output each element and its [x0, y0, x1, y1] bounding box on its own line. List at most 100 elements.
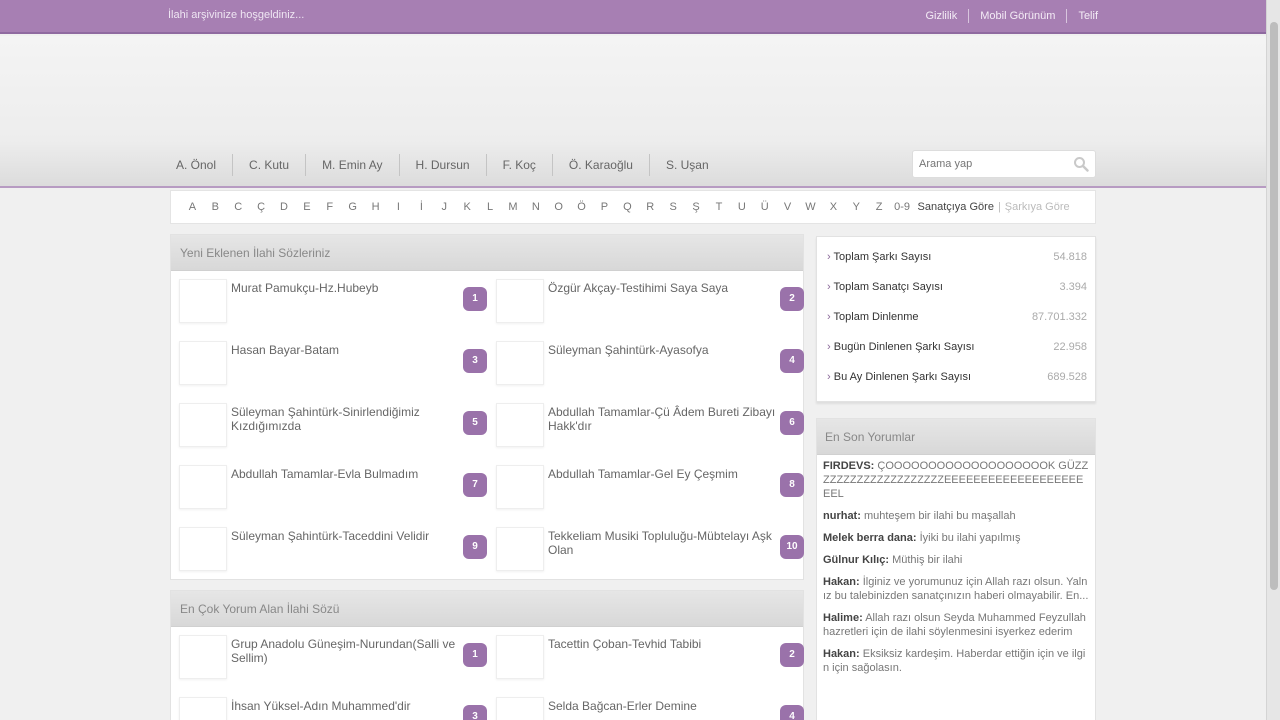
copyright-link[interactable]: Telif — [1078, 10, 1098, 22]
song-thumbnail[interactable] — [179, 403, 227, 447]
song-item[interactable]: Süleyman Şahintürk-Sinirlendiğimiz Kızdı… — [171, 399, 487, 449]
letter-link[interactable]: Ö — [570, 201, 593, 213]
song-thumbnail[interactable] — [496, 279, 544, 323]
letter-link[interactable]: W — [799, 201, 822, 213]
song-item[interactable]: Abdullah Tamamlar-Çü Âdem Bureti Zibayı … — [488, 399, 804, 449]
song-title[interactable]: Abdullah Tamamlar-Evla Bulmadım — [231, 467, 469, 481]
letter-link[interactable]: G — [341, 201, 364, 213]
sort-by-artist-link[interactable]: Sanatçıya Göre — [918, 201, 994, 213]
song-thumbnail[interactable] — [496, 635, 544, 679]
comment-user[interactable]: Hakan: — [823, 648, 860, 660]
nav-item-usan[interactable]: S. Uşan — [650, 154, 725, 176]
nav-item-karaoglu[interactable]: Ö. Karaoğlu — [553, 154, 650, 176]
letter-link[interactable]: X — [822, 201, 845, 213]
song-title[interactable]: Abdullah Tamamlar-Çü Âdem Bureti Zibayı … — [548, 405, 786, 433]
nav-item-koc[interactable]: F. Koç — [487, 154, 553, 176]
letter-link[interactable]: C — [227, 201, 250, 213]
letter-link[interactable]: B — [204, 201, 227, 213]
comment-user[interactable]: FIRDEVS: — [823, 460, 874, 472]
song-title[interactable]: Özgür Akçay-Testihimi Saya Saya — [548, 281, 786, 295]
song-item[interactable]: Selda Bağcan-Erler Demine 4 — [488, 693, 804, 720]
song-item[interactable]: Tacettin Çoban-Tevhid Tabibi 2 — [488, 631, 804, 681]
song-thumbnail[interactable] — [496, 403, 544, 447]
song-item[interactable]: Murat Pamukçu-Hz.Hubeyb 1 — [171, 275, 487, 325]
song-title[interactable]: Süleyman Şahintürk-Taceddini Velidir — [231, 529, 469, 543]
song-title[interactable]: Selda Bağcan-Erler Demine — [548, 699, 786, 713]
song-thumbnail[interactable] — [179, 341, 227, 385]
letter-link[interactable]: J — [433, 201, 456, 213]
song-item[interactable]: İhsan Yüksel-Adın Muhammed'dir 3 — [171, 693, 487, 720]
song-title[interactable]: İhsan Yüksel-Adın Muhammed'dir — [231, 699, 469, 713]
song-thumbnail[interactable] — [496, 341, 544, 385]
letter-link[interactable]: M — [501, 201, 524, 213]
nav-item-dursun[interactable]: H. Dursun — [400, 154, 487, 176]
song-title[interactable]: Hasan Bayar-Batam — [231, 343, 469, 357]
song-title[interactable]: Tekkeliam Musiki Topluluğu-Mübtelayı Aşk… — [548, 529, 786, 557]
letter-link[interactable]: Ç — [250, 201, 273, 213]
song-title[interactable]: Süleyman Şahintürk-Sinirlendiğimiz Kızdı… — [231, 405, 469, 433]
letter-link[interactable]: Z — [868, 201, 891, 213]
letter-link[interactable]: V — [776, 201, 799, 213]
song-thumbnail[interactable] — [179, 697, 227, 720]
letter-link[interactable]: Y — [845, 201, 868, 213]
letter-link[interactable]: U — [730, 201, 753, 213]
song-item[interactable]: Tekkeliam Musiki Topluluğu-Mübtelayı Aşk… — [488, 523, 804, 573]
comment-user[interactable]: nurhat: — [823, 510, 861, 522]
song-thumbnail[interactable] — [179, 527, 227, 571]
letter-link[interactable]: İ — [410, 201, 433, 213]
nav-item-onol[interactable]: A. Önol — [168, 154, 234, 176]
song-item[interactable]: Süleyman Şahintürk-Ayasofya 4 — [488, 337, 804, 387]
nav-item-kutu[interactable]: C. Kutu — [233, 154, 307, 176]
comment-user[interactable]: Gülnur Kılıç: — [823, 554, 889, 566]
letter-link[interactable]: L — [479, 201, 502, 213]
letter-link[interactable]: O — [547, 201, 570, 213]
letter-link[interactable]: F — [318, 201, 341, 213]
letter-link[interactable]: S — [662, 201, 685, 213]
letter-link[interactable]: 0-9 — [891, 201, 914, 213]
song-thumbnail[interactable] — [179, 465, 227, 509]
stat-label: Toplam Sanatçı Sayısı — [827, 277, 943, 307]
song-title[interactable]: Abdullah Tamamlar-Gel Ey Çeşmim — [548, 467, 786, 481]
letter-link[interactable]: D — [273, 201, 296, 213]
song-item[interactable]: Hasan Bayar-Batam 3 — [171, 337, 487, 387]
comment-text: muhteşem bir ilahi bu maşallah — [863, 510, 1016, 522]
song-thumbnail[interactable] — [496, 465, 544, 509]
privacy-link[interactable]: Gizlilik — [925, 10, 957, 22]
song-item[interactable]: Abdullah Tamamlar-Evla Bulmadım 7 — [171, 461, 487, 511]
letter-link[interactable]: E — [295, 201, 318, 213]
scrollbar-thumb[interactable] — [1270, 22, 1278, 590]
comment-user[interactable]: Hakan: — [823, 576, 860, 588]
letter-link[interactable]: N — [524, 201, 547, 213]
mobile-view-link[interactable]: Mobil Görünüm — [980, 10, 1055, 22]
letter-link[interactable]: I — [387, 201, 410, 213]
scrollbar[interactable] — [1266, 0, 1280, 720]
song-item[interactable]: Özgür Akçay-Testihimi Saya Saya 2 — [488, 275, 804, 325]
song-title[interactable]: Murat Pamukçu-Hz.Hubeyb — [231, 281, 469, 295]
song-title[interactable]: Grup Anadolu Güneşim-Nurundan(Salli ve S… — [231, 637, 469, 665]
letter-link[interactable]: Ş — [685, 201, 708, 213]
letter-link[interactable]: R — [639, 201, 662, 213]
song-item[interactable]: Grup Anadolu Güneşim-Nurundan(Salli ve S… — [171, 631, 487, 681]
song-item[interactable]: Süleyman Şahintürk-Taceddini Velidir 9 — [171, 523, 487, 573]
letter-link[interactable]: T — [707, 201, 730, 213]
song-title[interactable]: Süleyman Şahintürk-Ayasofya — [548, 343, 786, 357]
letter-link[interactable]: A — [181, 201, 204, 213]
search-input[interactable] — [913, 151, 1063, 177]
letter-link[interactable]: Ü — [753, 201, 776, 213]
song-thumbnail[interactable] — [179, 279, 227, 323]
letter-link[interactable]: Q — [616, 201, 639, 213]
letter-link[interactable]: P — [593, 201, 616, 213]
song-title[interactable]: Tacettin Çoban-Tevhid Tabibi — [548, 637, 786, 651]
song-item[interactable]: Abdullah Tamamlar-Gel Ey Çeşmim 8 — [488, 461, 804, 511]
comment-user[interactable]: Melek berra dana: — [823, 532, 917, 544]
search-icon[interactable] — [1073, 156, 1089, 175]
nav-item-emin-ay[interactable]: M. Emin Ay — [306, 154, 400, 176]
sort-by-title-link[interactable]: Şarkıya Göre — [1005, 201, 1070, 213]
letter-link[interactable]: H — [364, 201, 387, 213]
song-thumbnail[interactable] — [496, 697, 544, 720]
top-bar: İlahi arşivinize hoşgeldiniz... Gizlilik… — [0, 0, 1266, 34]
song-thumbnail[interactable] — [496, 527, 544, 571]
comment-user[interactable]: Halime: — [823, 612, 863, 624]
song-thumbnail[interactable] — [179, 635, 227, 679]
letter-link[interactable]: K — [456, 201, 479, 213]
